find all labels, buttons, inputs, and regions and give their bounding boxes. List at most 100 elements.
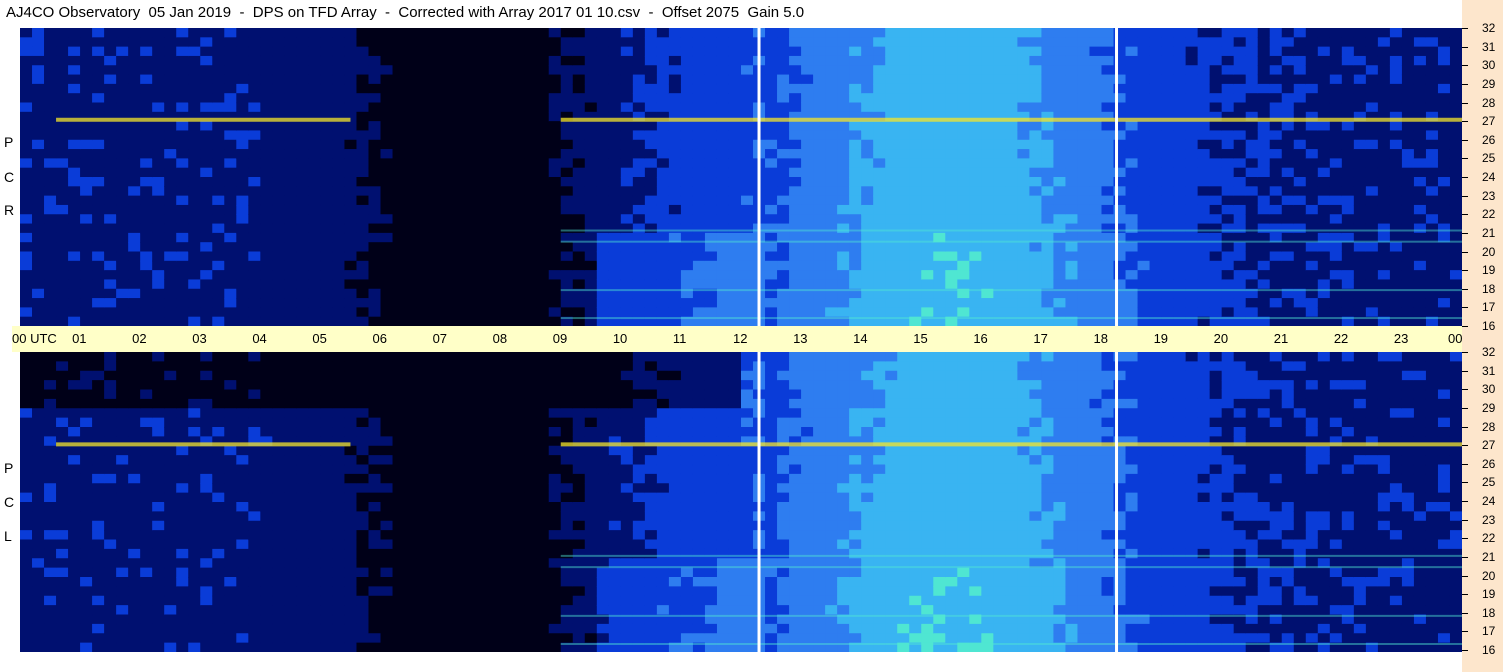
- heatmap-cell: [152, 633, 165, 644]
- heatmap-cell: [524, 149, 538, 159]
- heatmap-cell: [704, 177, 718, 187]
- heatmap-cell: [1317, 65, 1331, 76]
- heatmap-cell: [789, 37, 802, 48]
- heatmap-cell: [1425, 28, 1439, 38]
- heatmap-cell: [224, 298, 237, 308]
- heatmap-cell: [897, 307, 910, 318]
- heatmap-cell: [176, 520, 189, 531]
- heatmap-cell: [1281, 130, 1295, 141]
- heatmap-cell: [56, 214, 69, 225]
- heatmap-cell: [777, 65, 790, 76]
- heatmap-cell: [873, 46, 886, 57]
- heatmap-cell: [428, 186, 442, 197]
- heatmap-cell: [1317, 260, 1331, 271]
- heatmap-cell: [356, 380, 370, 391]
- heatmap-cell: [176, 623, 189, 634]
- heatmap-cell: [572, 83, 586, 94]
- heatmap-cell: [200, 279, 213, 290]
- heatmap-cell: [1089, 139, 1103, 150]
- heatmap-cell: [704, 83, 718, 94]
- heatmap-cell: [885, 149, 898, 159]
- heatmap-cell: [572, 65, 586, 76]
- heatmap-cell: [620, 270, 634, 281]
- heatmap-cell: [837, 28, 850, 38]
- heatmap-cell: [260, 502, 273, 512]
- heatmap-cell: [1389, 195, 1403, 206]
- heatmap-cell: [765, 37, 778, 48]
- heatmap-cell: [1233, 298, 1247, 308]
- heatmap-cell: [536, 223, 550, 234]
- heatmap-cell: [368, 55, 382, 66]
- heatmap-cell: [1101, 177, 1115, 187]
- heatmap-cell: [1017, 149, 1030, 159]
- heatmap-cell: [1437, 167, 1451, 178]
- heatmap-cell: [116, 511, 129, 522]
- heatmap-cell: [380, 539, 394, 550]
- heatmap-cell: [1305, 214, 1319, 225]
- heatmap-cell: [1257, 251, 1271, 262]
- heatmap-cell: [1293, 260, 1307, 271]
- heatmap-cell: [44, 511, 57, 522]
- heatmap-cell: [104, 511, 117, 522]
- heatmap-cell: [104, 567, 117, 578]
- heatmap-cell: [1005, 167, 1018, 178]
- heatmap-cell: [272, 539, 285, 550]
- heatmap-cell: [368, 139, 382, 150]
- heatmap-cell: [680, 158, 694, 169]
- heatmap-cell: [152, 398, 165, 409]
- heatmap-cell: [104, 158, 117, 169]
- heatmap-cell: [152, 270, 165, 281]
- heatmap-cell: [1221, 158, 1235, 169]
- heatmap-cell: [56, 28, 69, 38]
- heatmap-cell: [152, 642, 165, 652]
- heatmap-cell: [428, 214, 442, 225]
- heatmap-cell: [368, 427, 382, 437]
- heatmap-cell: [680, 93, 694, 104]
- heatmap-cell: [380, 530, 394, 541]
- heatmap-cell: [1161, 195, 1175, 206]
- heatmap-cell: [849, 139, 862, 150]
- heatmap-cell: [584, 28, 598, 38]
- heatmap-cell: [969, 223, 982, 234]
- heatmap-cell: [248, 158, 261, 169]
- heatmap-cell: [1245, 102, 1259, 113]
- heatmap-cell: [260, 65, 273, 76]
- heatmap-cell: [1221, 177, 1235, 187]
- heatmap-cell: [224, 279, 237, 290]
- heatmap-cell: [1221, 307, 1235, 318]
- heatmap-cell: [212, 511, 225, 522]
- heatmap-cell: [260, 251, 273, 262]
- heatmap-cell: [500, 37, 514, 48]
- heatmap-cell: [188, 195, 201, 206]
- heatmap-cell: [500, 158, 514, 169]
- heatmap-cell: [332, 279, 346, 290]
- heatmap-cell: [1149, 55, 1163, 66]
- heatmap-cell: [1029, 307, 1043, 318]
- heatmap-cell: [200, 83, 213, 94]
- heatmap-cell: [548, 251, 562, 262]
- heatmap-cell: [56, 316, 69, 326]
- heatmap-cell: [176, 195, 189, 206]
- heatmap-cell: [1341, 298, 1355, 308]
- heatmap-cell: [20, 398, 33, 409]
- heatmap-cell: [356, 167, 370, 178]
- heatmap-cell: [140, 530, 153, 541]
- heatmap-cell: [1161, 307, 1175, 318]
- heatmap-cell: [284, 586, 297, 597]
- heatmap-cell: [416, 93, 430, 104]
- heatmap-cell: [308, 352, 322, 362]
- heatmap-cell: [416, 37, 430, 48]
- heatmap-cell: [1437, 139, 1451, 150]
- heatmap-cell: [1173, 242, 1187, 253]
- heatmap-cell: [1281, 177, 1295, 187]
- heatmap-cell: [632, 195, 646, 206]
- heatmap-cell: [909, 83, 922, 94]
- heatmap-cell: [1257, 260, 1271, 271]
- heatmap-cell: [1365, 37, 1379, 48]
- heatmap-cell: [1293, 158, 1307, 169]
- heatmap-cell: [80, 464, 93, 475]
- heatmap-cell: [933, 102, 946, 113]
- heatmap-cell: [164, 316, 177, 326]
- heatmap-cell: [176, 158, 189, 169]
- heatmap-cell: [1149, 149, 1163, 159]
